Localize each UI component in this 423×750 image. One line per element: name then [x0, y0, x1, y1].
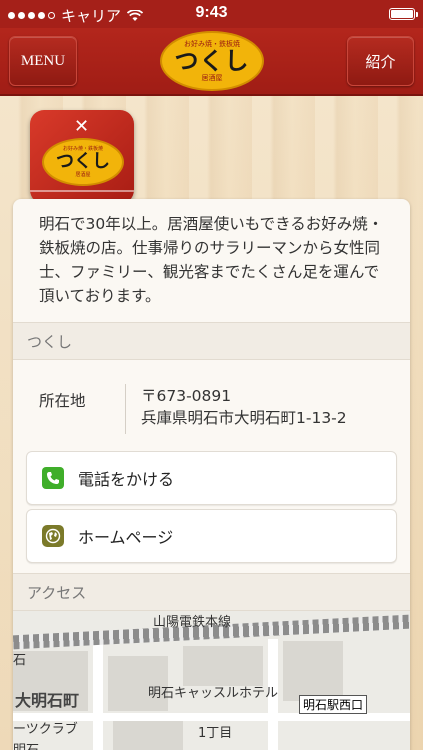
club-label: ーツクラブ: [13, 722, 78, 737]
postal-code: 〒673-0891: [141, 387, 232, 405]
nav-bar: MENU お好み焼・鉄板焼 つくし 居酒屋 紹介: [0, 28, 423, 96]
status-time: 9:43: [195, 4, 228, 21]
district-label: 大明石町: [15, 691, 80, 710]
logo: お好み焼・鉄板焼 つくし 居酒屋: [160, 31, 264, 91]
chome-label: 1丁目: [198, 726, 233, 741]
app-icon-badge: お好み焼・鉄板焼 つくし 居酒屋: [42, 138, 124, 186]
homepage-button[interactable]: ホームページ: [26, 509, 397, 563]
menu-button[interactable]: MENU: [9, 36, 77, 86]
logo-sub-text: 居酒屋: [201, 74, 223, 82]
map-block: [183, 646, 263, 686]
map-block: [283, 641, 343, 701]
shop-name-header: つくし: [13, 322, 410, 360]
homepage-button-label: ホームページ: [78, 528, 174, 547]
map-left-label: 石: [13, 653, 27, 668]
intro-button[interactable]: 紹介: [347, 36, 414, 86]
call-button-label: 電話をかける: [78, 470, 175, 489]
map-block: [113, 721, 183, 750]
globe-icon: [42, 525, 64, 547]
call-button[interactable]: 電話をかける: [26, 451, 397, 505]
address-label: 所在地: [39, 392, 86, 410]
spatula-icon: ✕: [74, 116, 90, 137]
address-value: 〒673-0891 兵庫県明石市大明石町1-13-2: [141, 385, 347, 429]
battery-icon: [389, 8, 418, 20]
rail-line-label: 山陽電鉄本線: [153, 615, 232, 630]
status-bar: キャリア 9:43: [0, 0, 423, 28]
badge-sub-text: 居酒屋: [75, 172, 91, 178]
hotel-label: 明石キャッスルホテル: [148, 686, 279, 701]
phone-icon: [42, 467, 64, 489]
map-bottom-label: 明石: [13, 739, 39, 750]
info-card: 明石で30年以上。居酒屋使いもできるお好み焼・鉄板焼の店。仕事帰りのサラリーマン…: [13, 199, 410, 750]
badge-main-text: つくし: [56, 151, 110, 172]
access-map[interactable]: 山陽電鉄本線 石 大明石町 明石キャッスルホテル 明石駅西口 ーツクラブ 1丁目…: [13, 611, 410, 750]
street-address: 兵庫県明石市大明石町1-13-2: [141, 409, 347, 427]
station-label: 明石駅西口: [299, 695, 368, 714]
access-header: アクセス: [13, 573, 410, 611]
address-divider: [125, 384, 126, 434]
intro-text: 明石で30年以上。居酒屋使いもできるお好み焼・鉄板焼の店。仕事帰りのサラリーマン…: [39, 215, 384, 305]
logo-main-text: つくし: [174, 47, 250, 75]
map-road: [93, 641, 103, 750]
app-icon: ✕ お好み焼・鉄板焼 つくし 居酒屋: [30, 110, 134, 204]
